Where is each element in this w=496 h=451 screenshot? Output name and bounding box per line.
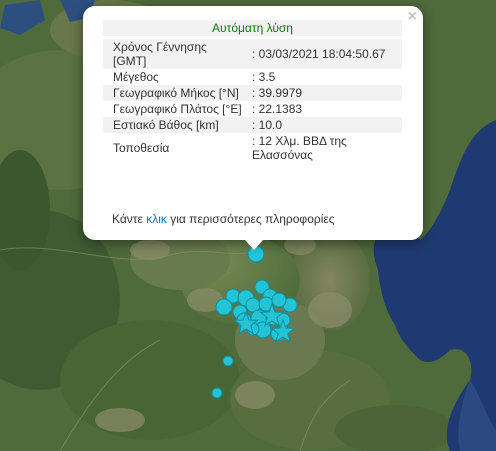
- info-value: : 03/03/2021 18:04:50.67: [248, 39, 402, 69]
- info-value: : 39.9979: [248, 85, 402, 101]
- info-row-latitude: Γεωγραφικό Μήκος [°N] : 39.9979: [103, 85, 402, 101]
- circle-event-marker[interactable]: [215, 298, 233, 316]
- more-info-link[interactable]: κλικ: [146, 212, 167, 226]
- more-info-text: Κάντε κλικ για περισσότερες πληροφορίες: [112, 212, 335, 226]
- info-label: Εστιακό Βάθος [km]: [103, 117, 248, 133]
- info-value: : 3.5: [252, 70, 276, 84]
- info-label: Τοποθεσία: [113, 141, 170, 155]
- info-label: Γεωγραφικό Μήκος [°N]: [103, 85, 248, 101]
- info-value: : 10.0: [248, 117, 402, 133]
- popup-title: Αυτόματη λύση: [103, 20, 402, 36]
- info-row-time: Χρόνος Γέννησης [GMT] : 03/03/2021 18:04…: [103, 39, 402, 69]
- info-row-location: Τοποθεσία : 12 Χλμ. ΒΒΔ της Ελασσόνας: [103, 133, 402, 163]
- info-row-depth: Εστιακό Βάθος [km] : 10.0: [103, 117, 402, 133]
- close-icon[interactable]: ×: [408, 9, 417, 25]
- info-label: Χρόνος Γέννησης [GMT]: [103, 39, 248, 69]
- info-row-magnitude: Μέγεθος : 3.5: [103, 69, 402, 85]
- more-prefix: Κάντε: [112, 212, 147, 226]
- info-popup: × Αυτόματη λύση Χρόνος Γέννησης [GMT] : …: [83, 6, 423, 240]
- info-value: : 22.1383: [252, 102, 303, 116]
- info-table: Χρόνος Γέννησης [GMT] : 03/03/2021 18:04…: [103, 39, 402, 163]
- info-label: Γεωγραφικό Πλάτος [°E]: [113, 102, 242, 116]
- circle-event-marker[interactable]: [211, 387, 223, 399]
- more-suffix: για περισσότερες πληροφορίες: [166, 212, 335, 226]
- circle-event-marker[interactable]: [271, 292, 287, 308]
- info-row-longitude: Γεωγραφικό Πλάτος [°E] : 22.1383: [103, 101, 402, 117]
- circle-event-marker[interactable]: [222, 355, 234, 367]
- popup-pointer: [245, 240, 263, 250]
- info-value: : 12 Χλμ. ΒΒΔ της Ελασσόνας: [252, 134, 347, 162]
- info-label: Μέγεθος: [113, 70, 159, 84]
